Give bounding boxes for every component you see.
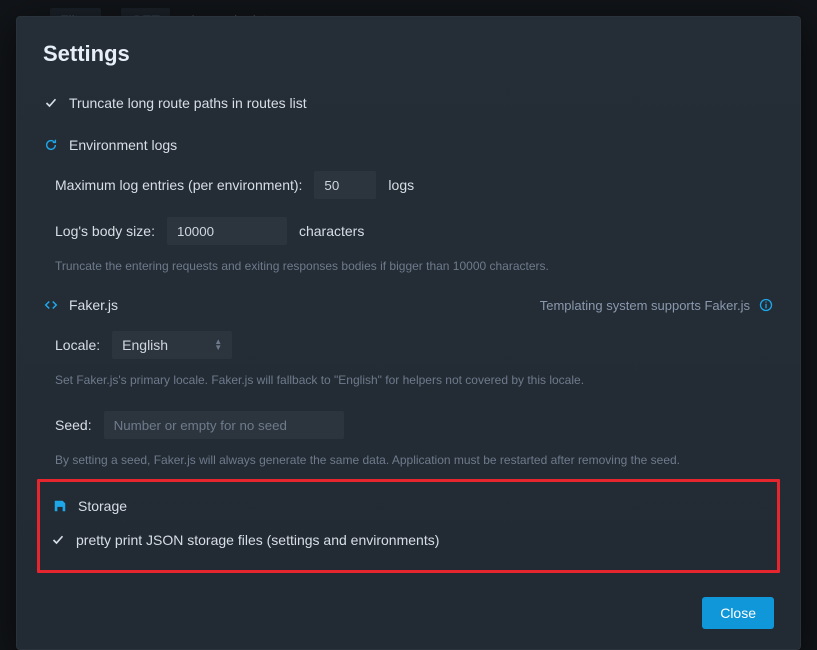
max-entries-suffix: logs (388, 177, 414, 193)
section-storage: Storage (52, 498, 767, 514)
faker-section-label: Faker.js (69, 297, 118, 313)
seed-input[interactable] (104, 411, 344, 439)
pretty-print-label: pretty print JSON storage files (setting… (76, 532, 439, 548)
body-size-input[interactable] (167, 217, 287, 245)
locale-help: Set Faker.js's primary locale. Faker.js … (55, 371, 774, 389)
code-icon (43, 297, 59, 313)
truncate-routes-checkbox[interactable]: Truncate long route paths in routes list (45, 95, 774, 111)
check-icon (45, 97, 57, 109)
modal-title: Settings (43, 41, 774, 67)
storage-highlight: Storage pretty print JSON storage files … (37, 479, 780, 573)
select-carets-icon: ▲▼ (214, 339, 222, 351)
close-button[interactable]: Close (702, 597, 774, 629)
body-size-label: Log's body size: (55, 223, 155, 239)
locale-label: Locale: (55, 337, 100, 353)
pretty-print-checkbox[interactable]: pretty print JSON storage files (setting… (52, 532, 767, 548)
info-icon[interactable] (758, 297, 774, 313)
refresh-icon (43, 137, 59, 153)
faker-supports-text: Templating system supports Faker.js (540, 298, 750, 313)
locale-select[interactable]: English ▲▼ (112, 331, 232, 359)
env-logs-label: Environment logs (69, 137, 177, 153)
section-environment-logs: Environment logs (43, 137, 774, 153)
storage-section-label: Storage (78, 498, 127, 514)
check-icon (52, 534, 64, 546)
seed-label: Seed: (55, 417, 92, 433)
seed-help: By setting a seed, Faker.js will always … (55, 451, 774, 469)
save-icon (52, 498, 68, 514)
body-size-suffix: characters (299, 223, 364, 239)
body-size-help: Truncate the entering requests and exiti… (55, 257, 774, 275)
max-entries-label: Maximum log entries (per environment): (55, 177, 302, 193)
truncate-routes-label: Truncate long route paths in routes list (69, 95, 307, 111)
locale-value: English (122, 337, 168, 353)
max-entries-input[interactable] (314, 171, 376, 199)
settings-modal: Settings Truncate long route paths in ro… (16, 16, 801, 650)
